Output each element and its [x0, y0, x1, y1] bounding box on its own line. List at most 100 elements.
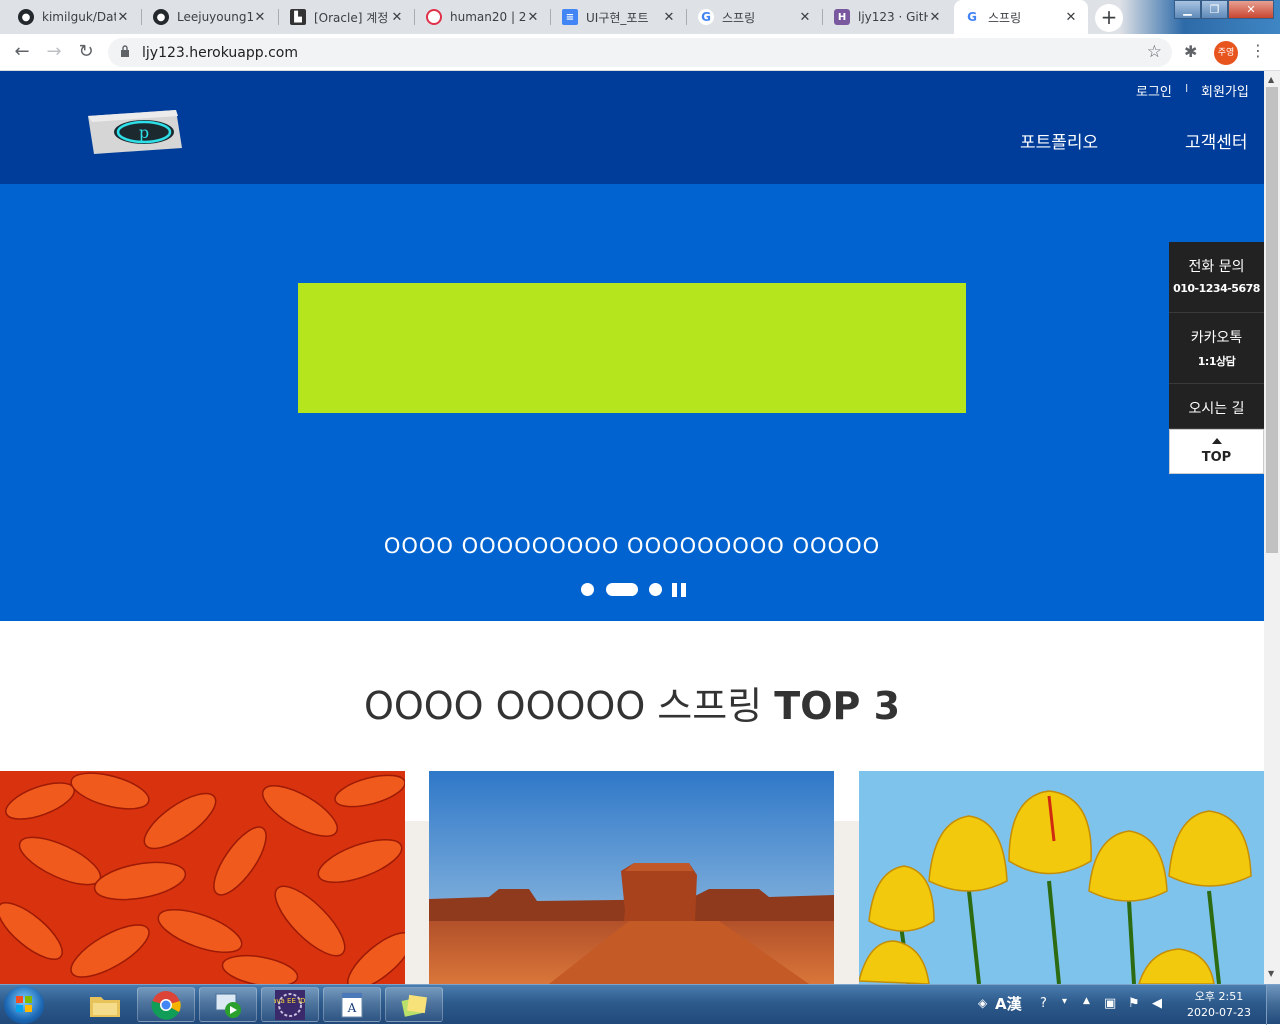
tab-title: 스프링	[722, 10, 756, 25]
page-scrollbar[interactable]: ▲ ▼	[1264, 71, 1280, 984]
slider-dot-active[interactable]	[606, 583, 638, 596]
ime-indicator[interactable]: A漢	[995, 993, 1022, 1014]
quick-directions[interactable]: 오시는 길	[1169, 384, 1264, 429]
photo-tulips[interactable]	[859, 771, 1264, 984]
action-center-flag-icon[interactable]: ⚑	[1128, 996, 1140, 1011]
signup-link[interactable]: 회원가입	[1201, 81, 1249, 100]
browser-tab[interactable]: ▙ [Oracle] 계정 ✕	[280, 0, 414, 34]
tab-close-icon[interactable]: ✕	[526, 10, 540, 25]
back-arrow-icon[interactable]: ←	[10, 40, 34, 64]
media-center-icon	[215, 993, 241, 1018]
windows-logo-icon	[16, 996, 32, 1012]
network-icon[interactable]: ▣	[1104, 996, 1116, 1011]
system-clock[interactable]: 오후 2:51 2020-07-23	[1184, 989, 1254, 1021]
chrome-icon	[151, 990, 181, 1020]
java-ee-ide-icon: Java EE IDE	[274, 989, 306, 1020]
tab-close-icon[interactable]: ✕	[798, 10, 812, 25]
tab-close-icon[interactable]: ✕	[390, 10, 404, 25]
tab-separator	[686, 9, 687, 25]
tab-close-icon[interactable]: ✕	[253, 10, 267, 25]
taskbar-sticky-notes[interactable]	[385, 987, 443, 1022]
profile-avatar[interactable]: 주영	[1214, 41, 1238, 65]
tab-close-icon[interactable]: ✕	[928, 10, 942, 25]
ime-options-icon[interactable]: ▾	[1062, 996, 1067, 1007]
taskbar-chrome[interactable]	[137, 987, 195, 1022]
factory-icon: ▙	[290, 9, 306, 25]
bookmark-star-icon[interactable]: ☆	[1147, 42, 1162, 62]
minimize-icon[interactable]: ▁	[1174, 0, 1201, 19]
tab-title: UI구현_포트	[586, 10, 649, 25]
browser-tab[interactable]: G 스프링 ✕	[688, 0, 822, 34]
tab-title: human20 | 2	[450, 10, 526, 24]
new-tab-button[interactable]: +	[1095, 4, 1123, 32]
login-link[interactable]: 로그인	[1136, 81, 1172, 100]
tab-close-icon[interactable]: ✕	[1064, 10, 1078, 25]
tab-separator	[822, 9, 823, 25]
browser-tab[interactable]: ● kimilguk/Dat ✕	[8, 0, 140, 34]
tab-separator	[550, 9, 551, 25]
google-icon: G	[698, 9, 714, 25]
quick-kakao-sub: 1:1상담	[1197, 355, 1236, 368]
tab-title: kimilguk/Dat	[42, 10, 116, 24]
forward-arrow-icon[interactable]: →	[42, 40, 66, 64]
tab-close-icon[interactable]: ✕	[662, 10, 676, 25]
show-hidden-icons-icon[interactable]: ▲	[1083, 996, 1090, 1006]
windows-explorer-icon	[90, 996, 120, 1017]
taskbar-wordpad[interactable]: A	[323, 987, 381, 1022]
section-title-bold: TOP 3	[774, 684, 901, 728]
url-text: ljy123.herokuapp.com	[142, 45, 298, 61]
help-icon[interactable]: ?	[1040, 996, 1047, 1011]
slider-pause-icon[interactable]	[672, 583, 688, 597]
slider-dot[interactable]	[581, 583, 594, 596]
browser-tab[interactable]: ≡ UI구현_포트 ✕	[552, 0, 686, 34]
desert-image	[429, 771, 834, 984]
hero-banner[interactable]	[298, 283, 966, 413]
reload-icon[interactable]: ↻	[74, 40, 98, 64]
quick-kakao-label: 카카오톡	[1190, 330, 1243, 346]
slider-dot[interactable]	[649, 583, 662, 596]
browser-tab[interactable]: H ljy123 · GitH ✕	[824, 0, 952, 34]
language-bar-icon[interactable]: ◈	[978, 996, 987, 1010]
browser-tab[interactable]: human20 | 2 ✕	[416, 0, 550, 34]
section-title: OOOO OOOOO 스프링 TOP 3	[0, 675, 1264, 730]
scroll-top-button[interactable]: TOP	[1169, 429, 1264, 474]
section-title-text: OOOO OOOOO 스프링	[363, 684, 763, 728]
taskbar-java-ee-ide[interactable]: Java EE IDE	[261, 987, 319, 1022]
start-button[interactable]	[4, 986, 44, 1024]
tab-title: 스프링	[988, 10, 1022, 25]
quick-phone[interactable]: 전화 문의 010-1234-5678	[1169, 242, 1264, 313]
tab-separator	[141, 9, 142, 25]
github-icon: ●	[18, 9, 34, 25]
hero-caption: OOOO OOOOOOOOO OOOOOOOOO OOOOO	[383, 534, 881, 558]
photo-chrysanthemum[interactable]	[0, 771, 405, 984]
heroku-icon: H	[834, 9, 850, 25]
svg-text:A: A	[347, 1001, 357, 1015]
browser-tab[interactable]: ● Leejuyoung1 ✕	[143, 0, 277, 34]
lock-icon	[121, 45, 129, 57]
google-icon: G	[964, 9, 980, 25]
scroll-down-arrow-icon[interactable]: ▼	[1268, 969, 1274, 978]
address-bar[interactable]: ljy123.herokuapp.com ☆	[108, 38, 1172, 67]
nav-customer-center[interactable]: 고객센터	[1185, 128, 1248, 153]
page-viewport: p 로그인 I 회원가입 포트폴리오 고객센터 OOOO OOOOOOOOO O…	[0, 71, 1264, 984]
scroll-up-arrow-icon[interactable]: ▲	[1268, 75, 1274, 84]
tab-close-icon[interactable]: ✕	[116, 10, 130, 25]
svg-text:p: p	[139, 123, 149, 142]
sticky-notes-icon	[401, 994, 428, 1017]
tulips-image	[859, 771, 1264, 984]
maximize-icon[interactable]: ❐	[1201, 0, 1228, 19]
browser-tab-active[interactable]: G 스프링 ✕	[954, 0, 1088, 34]
browser-menu-icon[interactable]: ⋮	[1250, 41, 1266, 60]
nav-portfolio[interactable]: 포트폴리오	[1020, 128, 1098, 153]
browser-toolbar: ← → ↻ ljy123.herokuapp.com ☆ ✱ 주영 ⋮	[0, 34, 1280, 71]
close-window-icon[interactable]: ✕	[1228, 0, 1274, 19]
volume-muted-icon[interactable]: ◀	[1152, 996, 1162, 1011]
show-desktop-button[interactable]	[1266, 985, 1280, 1025]
photo-desert[interactable]	[429, 771, 834, 984]
taskbar-explorer[interactable]	[76, 987, 134, 1022]
extensions-puzzle-icon[interactable]: ✱	[1184, 42, 1197, 61]
site-logo[interactable]: p	[82, 108, 182, 154]
taskbar-media-center[interactable]	[199, 987, 257, 1022]
scrollbar-thumb[interactable]	[1266, 87, 1278, 553]
quick-kakao[interactable]: 카카오톡 1:1상담	[1169, 313, 1264, 384]
